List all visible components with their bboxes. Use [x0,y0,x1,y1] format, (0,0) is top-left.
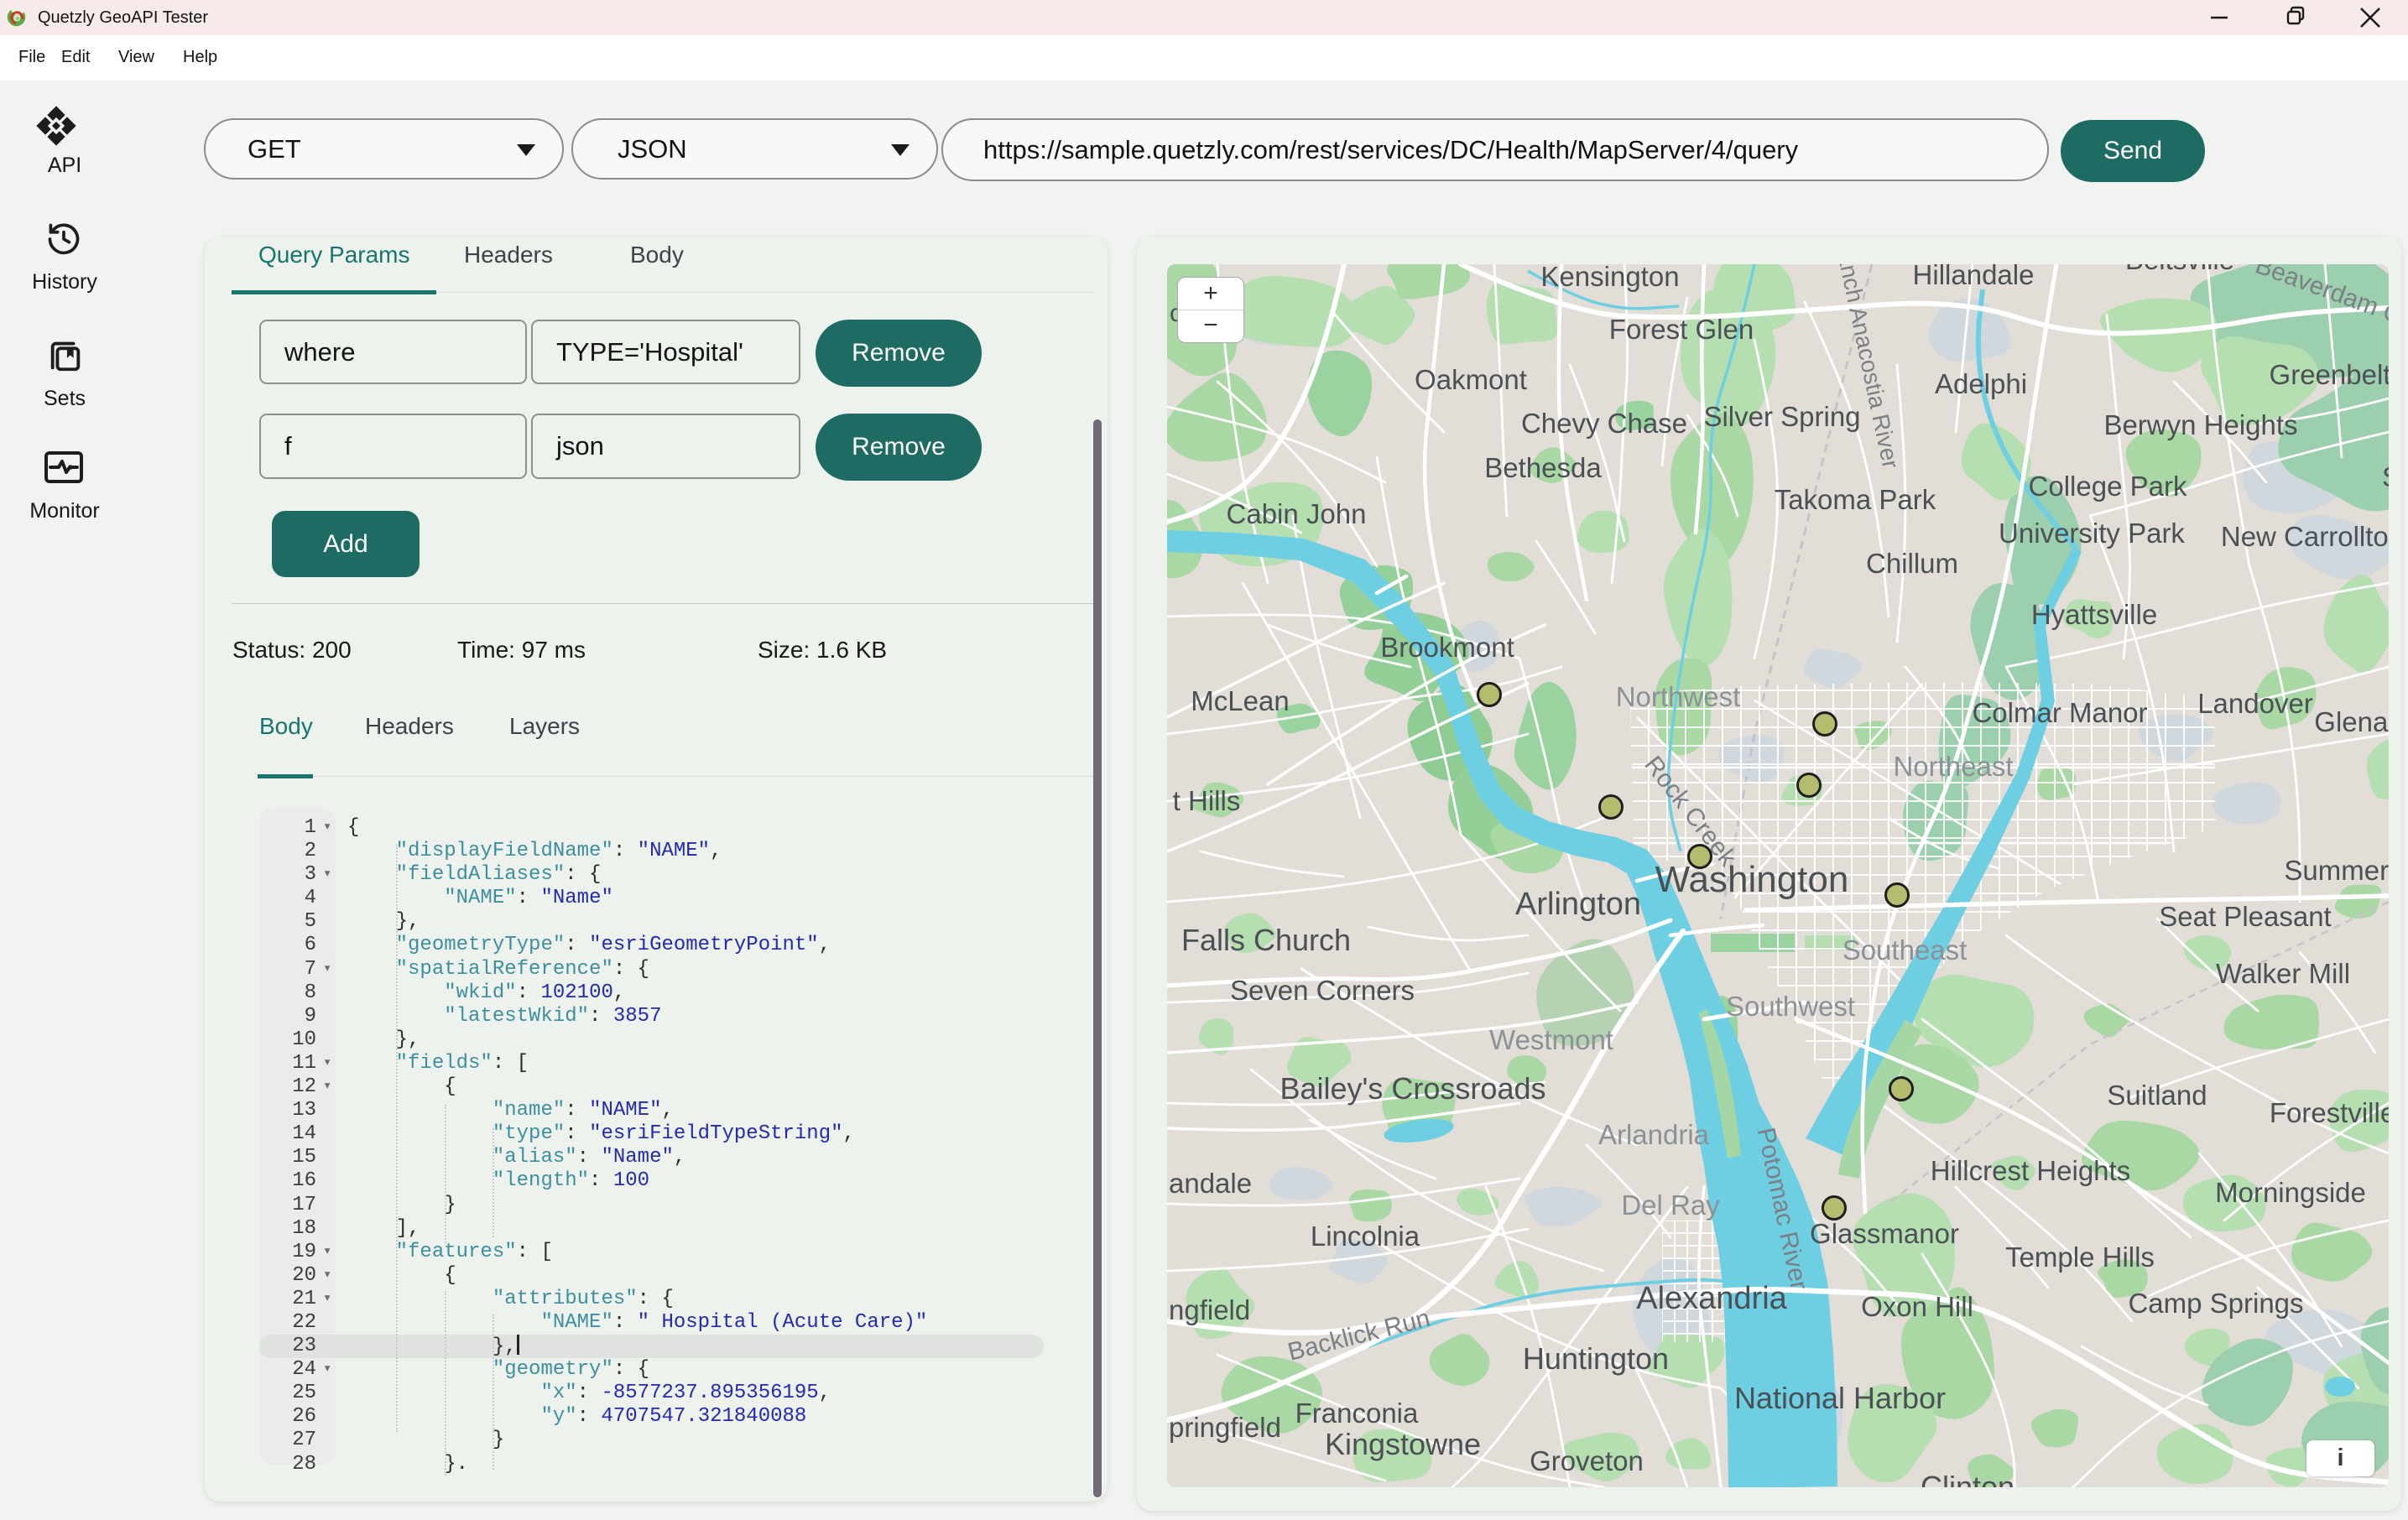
svg-text:Kensington: Kensington [1540,264,1679,292]
svg-text:Beltsville: Beltsville [2125,264,2234,275]
svg-text:College Park: College Park [2029,471,2187,502]
svg-text:Takoma Park: Takoma Park [1775,484,1936,515]
svg-text:Hyattsville: Hyattsville [2031,599,2157,630]
svg-text:Clinton: Clinton [1921,1470,2014,1487]
svg-text:Silver Spring: Silver Spring [1703,401,1860,432]
svg-text:New Carrollton: New Carrollton [2221,521,2389,552]
svg-text:Adelphi: Adelphi [1935,368,2027,399]
svg-text:Del Ray: Del Ray [1621,1189,1720,1221]
svg-text:Forestville: Forestville [2270,1097,2389,1128]
svg-text:Summerfield: Summerfield [2284,855,2389,886]
svg-text:Kingstowne: Kingstowne [1325,1427,1481,1461]
svg-text:Landover: Landover [2197,688,2313,719]
svg-text:Lincolnia: Lincolnia [1311,1221,1420,1252]
svg-text:Colmar Manor: Colmar Manor [1972,697,2147,728]
svg-text:andale: andale [1169,1168,1252,1199]
svg-text:Arlington: Arlington [1515,887,1641,922]
svg-text:Seat Pleasant: Seat Pleasant [2159,901,2331,932]
svg-text:University Park: University Park [1999,518,2185,549]
svg-text:Franconia: Franconia [1295,1398,1419,1429]
svg-text:ngfield: ngfield [1169,1294,1250,1325]
svg-text:Se: Se [2382,461,2389,492]
svg-text:Berwyn Heights: Berwyn Heights [2103,409,2297,440]
svg-text:Hillandale: Hillandale [1913,264,2035,290]
svg-text:Morningside: Morningside [2215,1177,2366,1208]
svg-text:Hillcrest Heights: Hillcrest Heights [1931,1155,2130,1186]
svg-text:Camp Springs: Camp Springs [2128,1288,2303,1319]
svg-text:Alexandria: Alexandria [1636,1281,1787,1316]
svg-text:Oakmont: Oakmont [1415,364,1527,395]
svg-text:Brookmont: Brookmont [1380,632,1514,663]
svg-text:Greenbelt: Greenbelt [2270,359,2389,390]
svg-text:Walker Mill: Walker Mill [2216,958,2350,989]
svg-text:Huntington: Huntington [1523,1341,1669,1376]
svg-text:Arlandria: Arlandria [1598,1119,1710,1150]
svg-text:Northwest: Northwest [1616,681,1741,712]
svg-text:Suitland: Suitland [2107,1080,2207,1111]
svg-text:pringfield: pringfield [1169,1412,1281,1443]
svg-text:Washington: Washington [1655,859,1849,900]
svg-text:Falls Church: Falls Church [1181,923,1351,957]
svg-text:McLean: McLean [1191,685,1289,716]
svg-text:Bethesda: Bethesda [1484,452,1602,483]
svg-text:Glenard: Glenard [2314,706,2389,737]
svg-text:Northeast: Northeast [1893,751,2013,782]
svg-text:Glassmanor: Glassmanor [1810,1218,1959,1249]
svg-text:Cabin John: Cabin John [1227,498,1367,529]
svg-text:Forest Glen: Forest Glen [1609,314,1754,345]
svg-text:Southwest: Southwest [1726,991,1855,1022]
svg-text:Temple Hills: Temple Hills [2005,1242,2155,1273]
svg-text:Westmont: Westmont [1489,1024,1613,1055]
svg-text:National Harbor: National Harbor [1734,1381,1946,1415]
svg-text:Groveton: Groveton [1530,1445,1644,1476]
svg-text:Chevy Chase: Chevy Chase [1521,408,1687,439]
svg-text:Oxon Hill: Oxon Hill [1861,1291,1973,1322]
svg-text:t Hills: t Hills [1173,785,1241,816]
svg-text:Bailey's Crossroads: Bailey's Crossroads [1280,1071,1546,1106]
svg-text:Chillum: Chillum [1866,548,1958,579]
svg-text:Southeast: Southeast [1842,934,1968,966]
svg-text:Seven Corners: Seven Corners [1230,975,1415,1006]
